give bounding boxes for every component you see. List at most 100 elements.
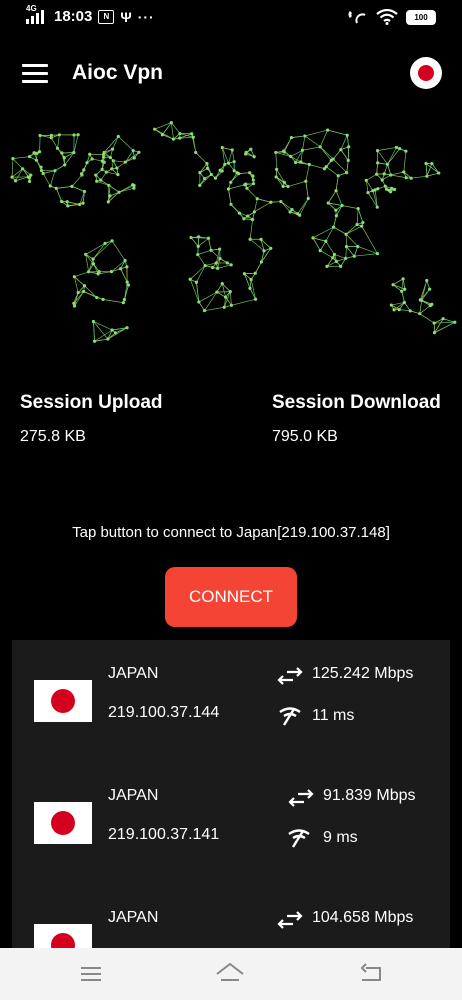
- map-link: [304, 135, 321, 148]
- map-node: [66, 204, 70, 208]
- map-link: [345, 246, 347, 259]
- map-link: [93, 321, 113, 331]
- map-node: [346, 158, 350, 162]
- map-node: [430, 161, 434, 166]
- map-node: [275, 167, 279, 171]
- map-node: [331, 157, 335, 161]
- map-node: [202, 309, 207, 313]
- map-node: [198, 183, 202, 187]
- japan-flag-icon[interactable]: [410, 57, 442, 89]
- map-node: [385, 162, 390, 166]
- server-list[interactable]: JAPAN 219.100.37.144 125.242 Mbps 11 ms …: [12, 640, 450, 948]
- map-node: [376, 187, 380, 191]
- home-icon[interactable]: [215, 960, 245, 988]
- map-link: [229, 291, 232, 306]
- map-node: [118, 267, 123, 271]
- map-node: [220, 282, 224, 286]
- map-node: [53, 169, 57, 173]
- map-node: [347, 145, 351, 149]
- map-node: [191, 135, 195, 139]
- map-node: [402, 300, 407, 305]
- map-node: [376, 148, 380, 153]
- map-node: [371, 189, 375, 193]
- map-link: [305, 181, 309, 199]
- map-node: [100, 167, 104, 172]
- map-node: [326, 201, 330, 205]
- map-link: [333, 215, 337, 228]
- session-download: Session Download 795.0 KB: [272, 392, 441, 446]
- map-node: [218, 168, 222, 172]
- map-node: [355, 222, 359, 227]
- map-link: [340, 149, 349, 161]
- map-link: [280, 201, 291, 213]
- map-node: [245, 186, 249, 190]
- map-link: [254, 198, 258, 212]
- map-link: [332, 158, 347, 173]
- map-node: [95, 179, 99, 183]
- map-link: [189, 265, 206, 280]
- map-node: [28, 179, 32, 184]
- app-bar: Aioc Vpn: [0, 44, 462, 104]
- map-node: [109, 270, 114, 274]
- map-node: [432, 321, 436, 325]
- map-node: [91, 262, 96, 266]
- map-node: [269, 246, 273, 250]
- map-node: [259, 260, 264, 264]
- map-node: [259, 237, 263, 241]
- map-node: [215, 290, 219, 294]
- map-node: [228, 290, 232, 294]
- map-node: [171, 137, 176, 141]
- map-node: [189, 235, 193, 240]
- map-node: [376, 161, 380, 165]
- server-row[interactable]: JAPAN 104.658 Mbps: [12, 884, 450, 948]
- map-node: [206, 236, 211, 240]
- map-link: [64, 152, 75, 159]
- map-link: [111, 240, 126, 261]
- speed-arrows-icon: [277, 911, 303, 929]
- usb-icon: Ψ: [120, 8, 132, 25]
- recents-icon[interactable]: [76, 960, 106, 988]
- map-node: [432, 331, 437, 335]
- map-link: [419, 305, 431, 314]
- map-link: [39, 135, 41, 152]
- map-node: [197, 235, 201, 239]
- server-row[interactable]: JAPAN 219.100.37.141 91.839 Mbps 9 ms: [12, 762, 450, 884]
- map-node: [281, 184, 285, 188]
- map-link: [73, 134, 79, 153]
- map-node: [10, 175, 14, 179]
- map-node: [101, 297, 105, 302]
- map-node: [76, 133, 80, 137]
- map-node: [116, 172, 120, 177]
- map-link: [74, 271, 89, 278]
- map-node: [282, 149, 286, 153]
- map-node: [418, 298, 422, 302]
- server-ping: 11 ms: [312, 707, 355, 724]
- map-node: [390, 186, 394, 190]
- map-node: [65, 200, 69, 204]
- map-node: [253, 271, 257, 275]
- map-node: [37, 150, 42, 154]
- server-row[interactable]: JAPAN 219.100.37.144 125.242 Mbps 11 ms: [12, 640, 450, 762]
- menu-icon[interactable]: [22, 64, 48, 84]
- connect-button[interactable]: CONNECT: [165, 567, 297, 627]
- map-link: [196, 265, 206, 283]
- map-link: [392, 284, 405, 290]
- map-node: [63, 163, 67, 167]
- map-node: [117, 190, 121, 194]
- map-node: [425, 278, 429, 283]
- map-node: [82, 284, 87, 288]
- back-icon[interactable]: [356, 960, 386, 988]
- map-node: [72, 275, 77, 279]
- map-node: [95, 295, 99, 300]
- server-country: JAPAN: [108, 909, 159, 926]
- map-node: [110, 328, 114, 332]
- map-node: [72, 301, 76, 305]
- map-node: [153, 127, 157, 131]
- map-node: [229, 263, 233, 267]
- map-node: [437, 171, 441, 175]
- more-notifications-icon: ···: [137, 8, 155, 25]
- map-link: [327, 129, 348, 136]
- map-link: [112, 136, 119, 150]
- map-link: [403, 151, 407, 173]
- map-node: [218, 247, 222, 251]
